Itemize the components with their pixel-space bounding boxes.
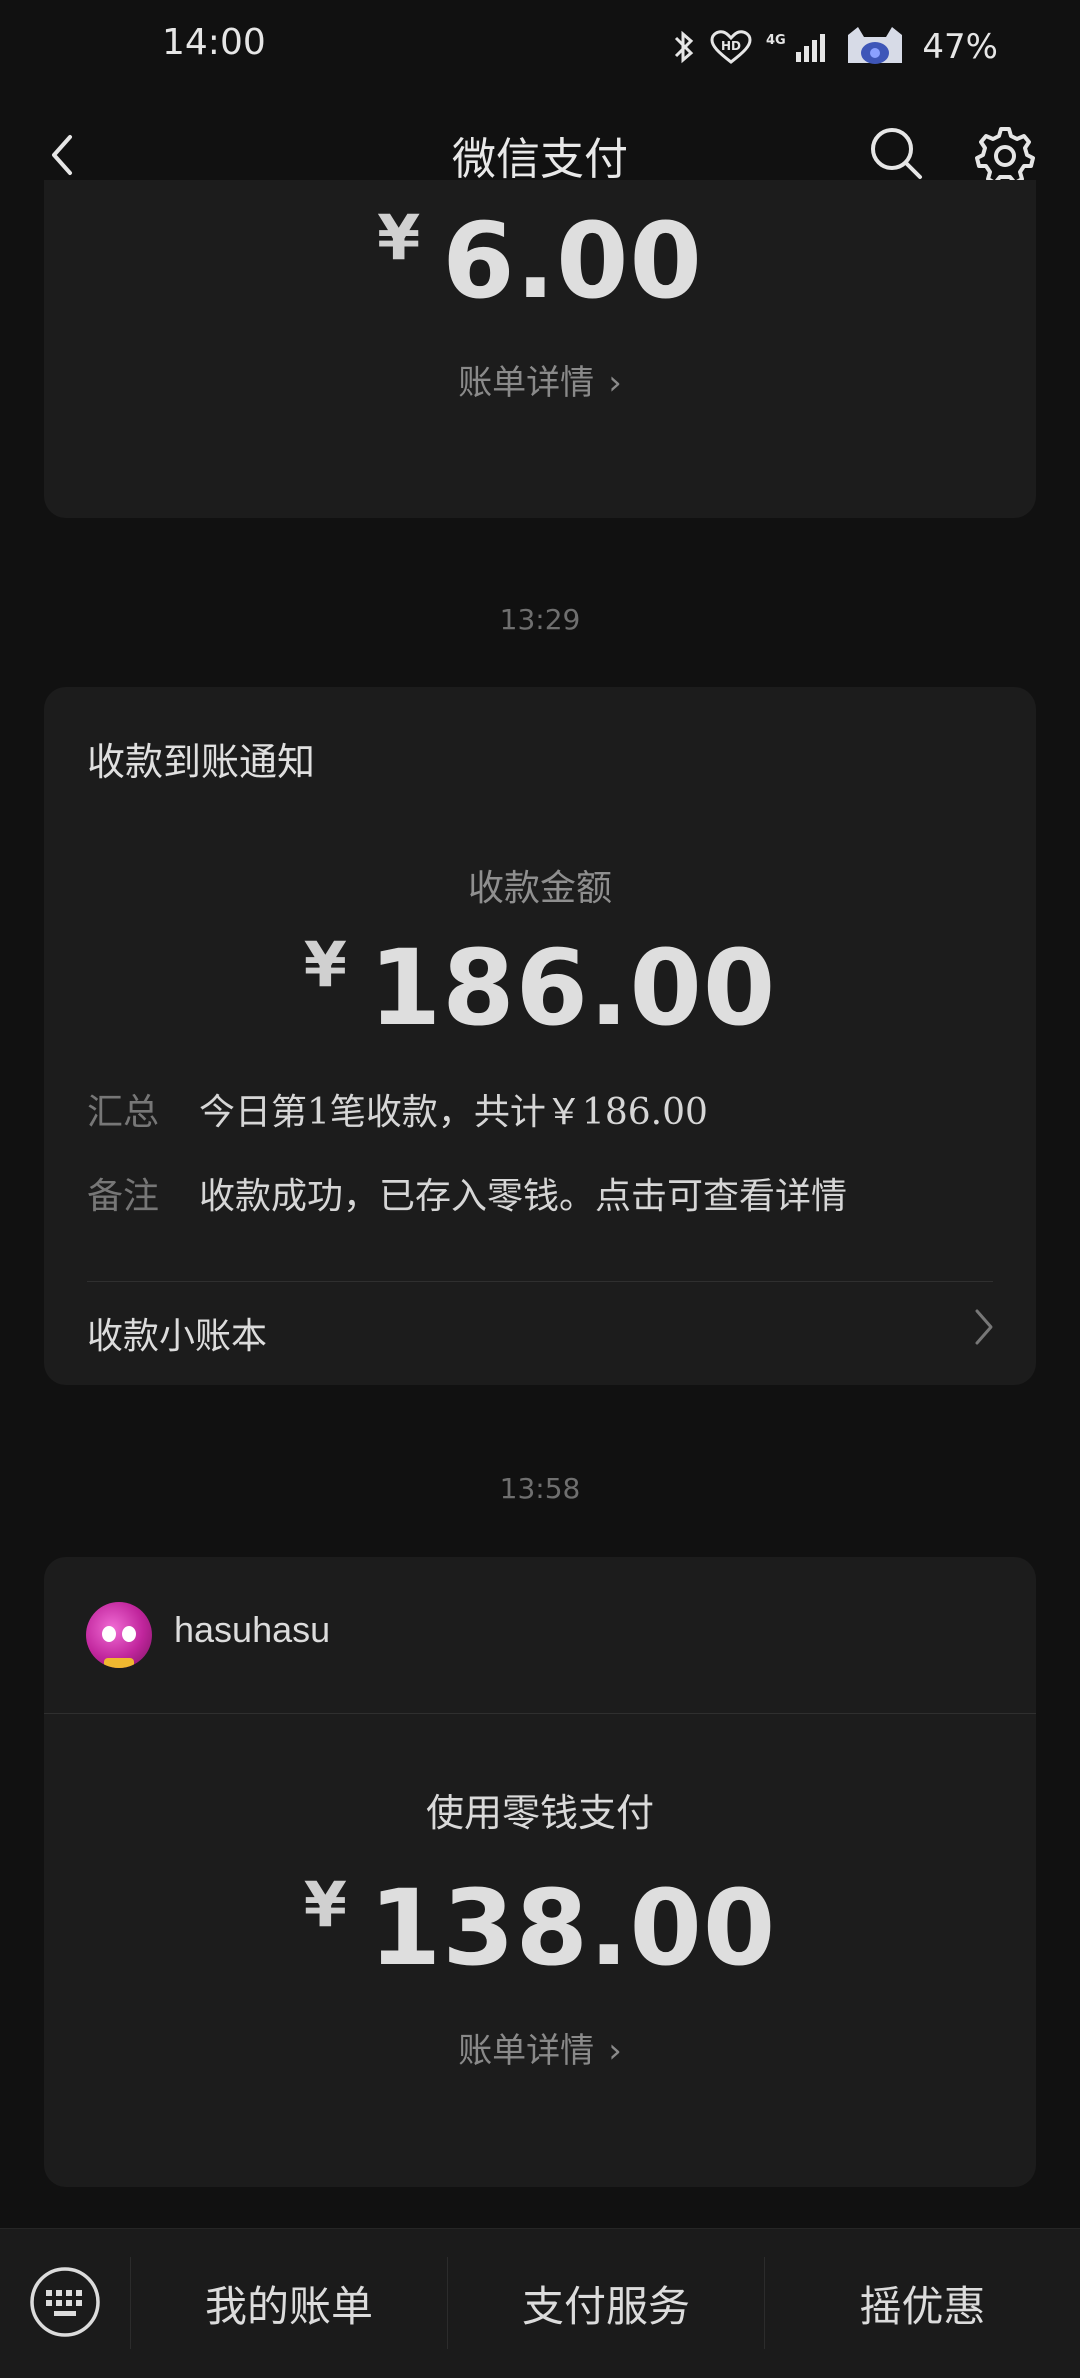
amount-value: 186.00 [368,927,777,1049]
signal-icon: 4G [766,33,826,62]
amount-display: ¥138.00 [44,1867,1036,1989]
bill-detail-label: 账单详情 [458,2031,595,2071]
currency-symbol: ¥ [303,1868,347,1941]
divider [87,1281,993,1282]
status-icons: HD 4G 47% [672,22,998,72]
gear-icon[interactable] [975,125,1035,185]
payment-method-label: 使用零钱支付 [425,1791,654,1835]
payment-received-card[interactable]: 收款到账通知 收款金额 ¥186.00 汇总 今日第1笔收款，共计￥186.00… [44,687,1036,1385]
bottom-menu-bar: 我的账单 支付服务 摇优惠 [0,2228,1080,2378]
menu-my-bills[interactable]: 我的账单 [131,2273,447,2334]
summary-value: 今日第1笔收款，共计￥186.00 [199,1092,708,1133]
search-icon[interactable] [868,125,924,181]
bill-detail-link[interactable]: 账单详情 › [44,2023,1036,2072]
menu-shake-offers[interactable]: 摇优惠 [765,2273,1080,2334]
currency-symbol: ¥ [303,928,347,1001]
amount-display: ¥186.00 [44,927,1036,1049]
amount-value: 6.00 [442,200,703,322]
svg-text:HD: HD [721,39,741,53]
chevron-right-icon: › [608,363,622,403]
divider [44,1713,1036,1714]
status-time: 14:00 [162,22,266,63]
ledger-link[interactable]: 收款小账本 [87,1307,267,1359]
summary-row: 汇总 今日第1笔收款，共计￥186.00 [87,1083,708,1135]
summary-key: 汇总 [87,1092,160,1133]
chevron-right-icon[interactable] [972,1307,996,1347]
amount-label: 收款金额 [467,868,612,909]
avatar [86,1602,152,1668]
chevron-right-icon: › [608,2031,622,2071]
card-title: 收款到账通知 [87,740,316,784]
note-key: 备注 [87,1176,160,1217]
currency-symbol: ¥ [377,201,421,274]
bluetooth-icon [675,30,694,64]
message-timestamp: 13:29 [499,603,581,636]
menu-payment-services[interactable]: 支付服务 [448,2273,764,2334]
note-value: 收款成功，已存入零钱。点击可查看详情 [199,1176,848,1217]
hd-icon: HD [710,30,752,64]
message-timestamp: 13:58 [499,1472,581,1505]
avatar-badge-icon [848,27,903,64]
battery-level: 47% [922,27,998,67]
payee-name: hasuhasu [174,1609,331,1650]
amount-display: ¥6.00 [44,200,1036,322]
payment-card-top[interactable]: ¥6.00 账单详情 › [44,180,1036,518]
bill-detail-label: 账单详情 [458,363,595,403]
network-type: 4G [766,33,786,48]
amount-value: 138.00 [368,1867,777,1989]
keyboard-icon[interactable] [28,2265,102,2339]
note-row: 备注 收款成功，已存入零钱。点击可查看详情 [87,1167,847,1219]
status-bar: 14:00 HD 4G 47% [0,0,1080,95]
bill-detail-link[interactable]: 账单详情 › [44,355,1036,404]
payment-sent-card[interactable]: hasuhasu 使用零钱支付 ¥138.00 账单详情 › [44,1557,1036,2187]
